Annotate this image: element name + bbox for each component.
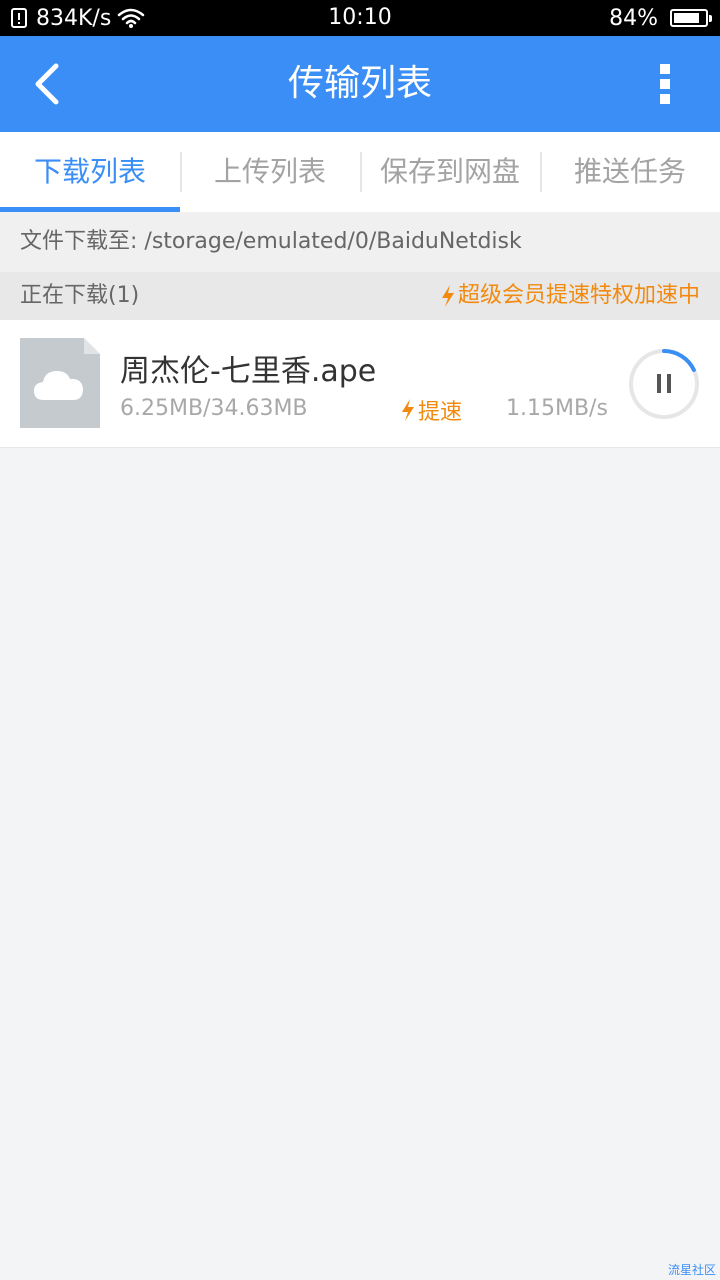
status-bar: 834K/s 10:10 84% (0, 0, 720, 36)
app-header: 传输列表 (0, 36, 720, 132)
more-vertical-icon[interactable] (650, 62, 680, 106)
battery-percent: 84% (609, 5, 658, 31)
battery-fill (674, 13, 700, 23)
page-title: 传输列表 (287, 63, 432, 104)
progress-ring (662, 349, 696, 372)
file-size-progress: 6.25MB/34.63MB (120, 396, 308, 421)
section-header: 正在下载(1) 超级会员提速特权加速中 (0, 272, 720, 320)
tab-push-tasks[interactable]: 推送任务 (540, 132, 720, 212)
downloading-count: 正在下载(1) (20, 283, 140, 308)
lightning-icon (402, 399, 414, 421)
download-speed: 1.15MB/s (506, 396, 608, 421)
file-name: 周杰伦-七里香.ape (120, 354, 377, 389)
download-path: 文件下载至: /storage/emulated/0/BaiduNetdisk (0, 212, 720, 272)
battery-icon (670, 9, 712, 27)
pause-icon (657, 374, 671, 393)
cloud-file-icon (20, 338, 100, 428)
tab-bar: 下载列表 上传列表 保存到网盘 推送任务 (0, 132, 720, 212)
watermark: 流星社区 (667, 1263, 716, 1277)
vip-promo-text: 超级会员提速特权加速中 (457, 283, 700, 308)
pause-button[interactable] (628, 348, 700, 420)
tab-upload-list[interactable]: 上传列表 (180, 132, 360, 212)
tab-download-list[interactable]: 下载列表 (0, 132, 180, 212)
boost-button[interactable]: 提速 (400, 394, 462, 426)
download-item[interactable]: 周杰伦-七里香.ape 6.25MB/34.63MB 提速 1.15MB/s (0, 320, 720, 448)
boost-label: 提速 (418, 400, 463, 425)
lightning-icon (441, 285, 454, 307)
tab-save-to-netdisk[interactable]: 保存到网盘 (360, 132, 540, 212)
vip-promo[interactable]: 超级会员提速特权加速中 (440, 272, 700, 320)
status-right: 84% (609, 0, 712, 36)
